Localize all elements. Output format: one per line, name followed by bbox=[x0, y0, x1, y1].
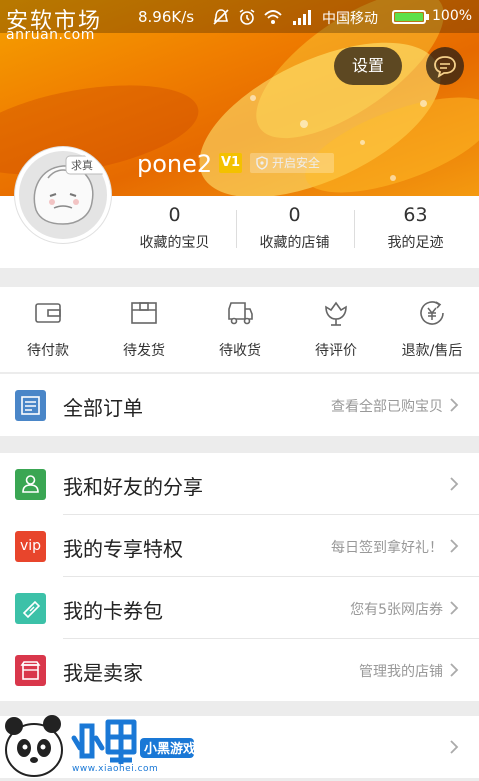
refund-icon bbox=[420, 301, 444, 325]
stat-favorite-shops[interactable]: 0 收藏的店铺 bbox=[236, 196, 353, 268]
shop-icon bbox=[15, 655, 46, 686]
header-bg-droplet bbox=[390, 175, 396, 181]
row-title: 我的卡券包 bbox=[63, 599, 163, 623]
status-icons bbox=[212, 8, 318, 26]
chevron-right-icon bbox=[450, 663, 459, 677]
avatar[interactable]: 求真 bbox=[15, 147, 111, 243]
row-title: 全部订单 bbox=[63, 396, 143, 420]
username[interactable]: pone2 bbox=[137, 150, 212, 178]
order-pending-shipment[interactable]: 待发货 bbox=[96, 287, 192, 372]
taobao-profile-page: 安软市场 8.96K/s 中国移动 100% anruan.com 设置 pon… bbox=[0, 0, 479, 781]
order-label: 待发货 bbox=[123, 343, 165, 359]
flower-icon bbox=[325, 301, 347, 326]
network-speed: 8.96K/s bbox=[138, 8, 195, 26]
stat-footprints[interactable]: 63 我的足迹 bbox=[357, 196, 474, 268]
vip-privilege-row[interactable]: vip 我的专享特权 每日签到拿好礼！ bbox=[0, 515, 479, 577]
order-refund[interactable]: 退款/售后 bbox=[384, 287, 479, 372]
truck-icon bbox=[228, 302, 253, 325]
alarm-icon bbox=[239, 9, 255, 25]
message-button[interactable] bbox=[426, 47, 464, 85]
wallet-icon bbox=[35, 303, 61, 323]
chevron-right-icon bbox=[450, 477, 459, 491]
silent-bell-icon bbox=[213, 9, 229, 25]
header-bg-droplet bbox=[250, 95, 256, 101]
battery-level bbox=[395, 13, 423, 21]
stat-value: 0 bbox=[288, 204, 301, 226]
order-label: 待付款 bbox=[27, 343, 69, 359]
wifi-icon bbox=[264, 10, 282, 24]
order-list-icon bbox=[15, 390, 46, 421]
order-label: 待评价 bbox=[315, 343, 357, 359]
order-label: 退款/售后 bbox=[401, 343, 463, 359]
battery-percent: 100% bbox=[432, 8, 473, 24]
chevron-right-icon bbox=[450, 740, 459, 754]
avatar-cartoon-icon: 求真 bbox=[19, 151, 107, 239]
order-pending-review[interactable]: 待评价 bbox=[288, 287, 384, 372]
signal-icon bbox=[293, 10, 311, 25]
avatar-tag: 求真 bbox=[71, 158, 93, 172]
header-bg-droplet bbox=[300, 120, 308, 128]
row-hint: 管理我的店铺 bbox=[359, 664, 443, 680]
all-orders-row[interactable]: 全部订单 查看全部已购宝贝 bbox=[0, 374, 479, 436]
share-friends-icon bbox=[15, 469, 46, 500]
stat-label: 我的足迹 bbox=[387, 235, 444, 251]
battery-icon bbox=[392, 10, 426, 24]
header-bg-droplet bbox=[420, 100, 427, 107]
chat-bubble-icon bbox=[434, 56, 456, 78]
watermark-brand-text: 小黑游戏 bbox=[144, 741, 196, 757]
row-hint: 查看全部已购宝贝 bbox=[331, 399, 443, 415]
order-pending-receipt[interactable]: 待收货 bbox=[192, 287, 288, 372]
row-title: 我的专享特权 bbox=[63, 537, 183, 561]
order-pending-payment[interactable]: 待付款 bbox=[0, 287, 96, 372]
shield-icon bbox=[256, 156, 268, 170]
vip-level-badge[interactable]: V1 bbox=[219, 153, 242, 173]
settings-button[interactable]: 设置 bbox=[334, 47, 402, 85]
battery-tip bbox=[426, 14, 429, 20]
order-status-row: 待付款 待发货 待收货 待评价 退款/售后 bbox=[0, 287, 479, 372]
stat-value: 0 bbox=[168, 204, 181, 226]
row-hint: 每日签到拿好礼！ bbox=[331, 540, 443, 556]
row-title: 我是卖家 bbox=[63, 661, 143, 685]
watermark-url: anruan.com bbox=[6, 27, 95, 43]
coupon-icon bbox=[15, 593, 46, 624]
stat-favorite-items[interactable]: 0 收藏的宝贝 bbox=[116, 196, 233, 268]
chevron-right-icon bbox=[450, 398, 459, 412]
row-hint: 您有5张网店券 bbox=[350, 602, 443, 618]
package-icon bbox=[131, 302, 157, 324]
order-label: 待收货 bbox=[219, 343, 261, 359]
vip-icon: vip bbox=[15, 531, 46, 562]
header-bg-droplet bbox=[360, 140, 365, 145]
row-title: 我和好友的分享 bbox=[63, 475, 203, 499]
chevron-right-icon bbox=[450, 539, 459, 553]
seller-row[interactable]: 我是卖家 管理我的店铺 bbox=[0, 639, 479, 701]
carrier-name: 中国移动 bbox=[322, 11, 378, 27]
coupon-wallet-row[interactable]: 我的卡券包 您有5张网店券 bbox=[0, 577, 479, 639]
share-friends-row[interactable]: 我和好友的分享 bbox=[0, 453, 479, 515]
stat-label: 收藏的宝贝 bbox=[139, 235, 210, 251]
chevron-right-icon bbox=[450, 601, 459, 615]
stat-divider bbox=[354, 210, 355, 248]
watermark-site: www.xiaohei.com bbox=[72, 764, 159, 774]
stat-value: 63 bbox=[403, 204, 428, 226]
stat-label: 收藏的店铺 bbox=[259, 235, 330, 251]
